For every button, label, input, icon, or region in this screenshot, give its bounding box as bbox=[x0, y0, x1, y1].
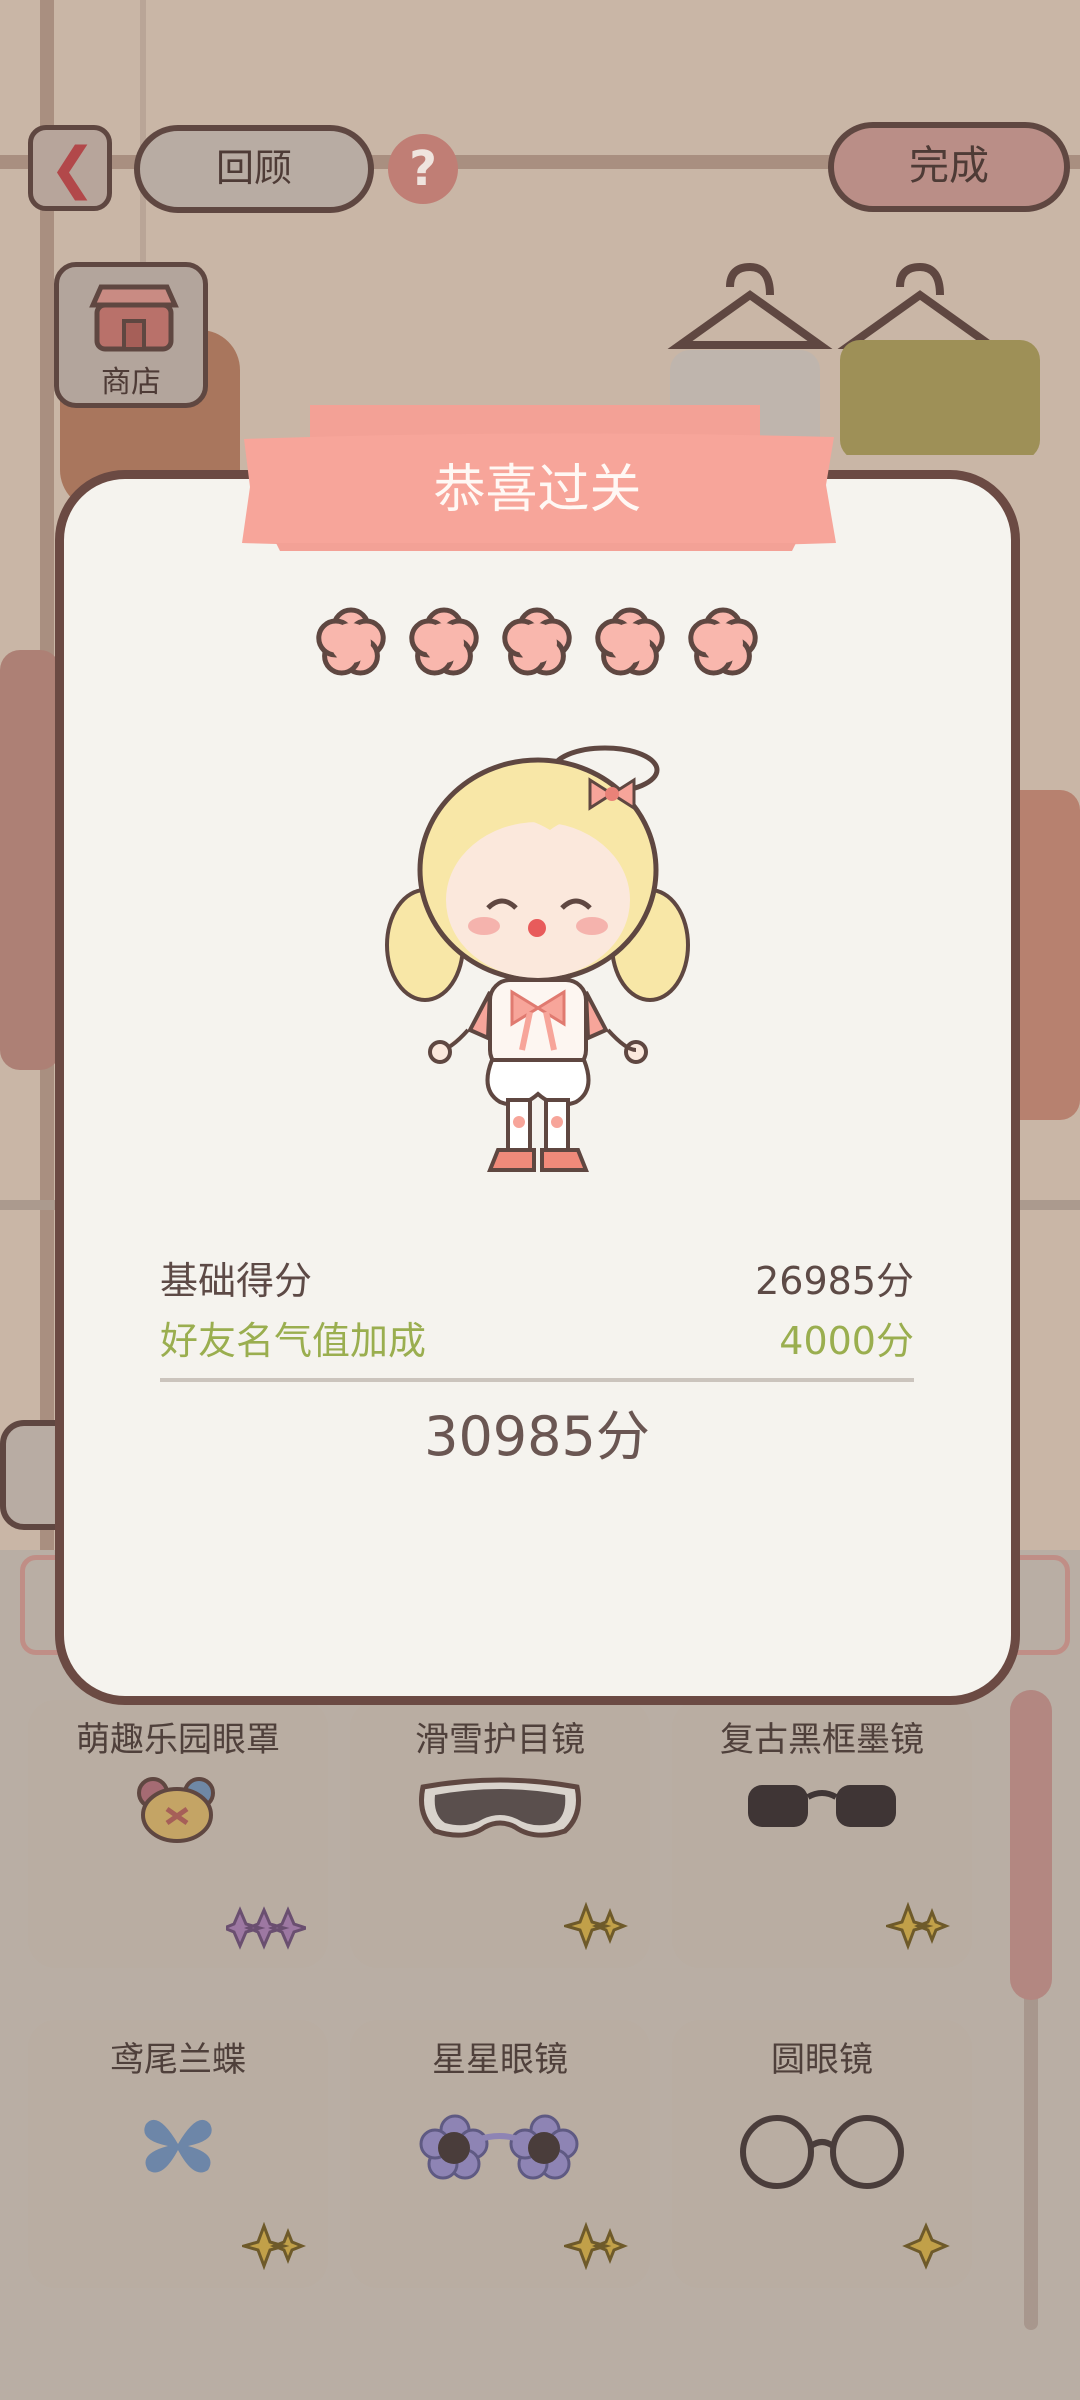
star-filled-icon bbox=[688, 607, 758, 676]
item-name: 圆眼镜 bbox=[771, 2040, 873, 2080]
dialog-title: 恭喜过关 bbox=[433, 460, 642, 520]
review-button[interactable]: 回顾 bbox=[134, 125, 374, 213]
sunglasses-icon bbox=[748, 1785, 896, 1827]
rarity-purple-icon bbox=[226, 1906, 306, 1950]
shop-button[interactable]: 商店 bbox=[54, 262, 208, 408]
base-score-value: 26985分 bbox=[755, 1259, 914, 1303]
scrollbar-thumb[interactable] bbox=[1010, 1690, 1052, 2000]
back-button[interactable]: ❮ bbox=[28, 125, 112, 211]
item-card[interactable]: 鸢尾兰蝶 bbox=[28, 2020, 328, 2288]
rarity-gold-icon bbox=[564, 2222, 628, 2270]
done-button[interactable]: 完成 bbox=[828, 122, 1070, 212]
rarity-gold-icon bbox=[886, 1902, 950, 1950]
butterfly-icon bbox=[144, 2119, 212, 2173]
item-card[interactable]: 星星眼镜 bbox=[350, 2020, 650, 2288]
bonus-score-label: 好友名气值加成 bbox=[160, 1319, 427, 1363]
character-avatar bbox=[385, 745, 690, 1172]
rarity-gold-icon bbox=[902, 2222, 950, 2270]
item-card[interactable]: 圆眼镜 bbox=[672, 2020, 972, 2288]
rarity-gold-icon bbox=[564, 1902, 628, 1950]
item-card[interactable]: 萌趣乐园眼罩 bbox=[28, 1700, 328, 1968]
rarity-gold-icon bbox=[242, 2222, 306, 2270]
star-rating bbox=[316, 607, 758, 676]
item-name: 萌趣乐园眼罩 bbox=[76, 1720, 280, 1760]
bonus-score-value: 4000分 bbox=[779, 1319, 914, 1363]
ski-goggles-icon bbox=[419, 1777, 581, 1838]
total-score: 30985分 bbox=[424, 1405, 650, 1468]
bear-mask-icon bbox=[137, 1777, 215, 1843]
item-name: 复古黑框墨镜 bbox=[720, 1720, 924, 1760]
base-score-label: 基础得分 bbox=[160, 1259, 313, 1303]
shop-label: 商店 bbox=[101, 365, 161, 400]
item-name: 滑雪护目镜 bbox=[415, 1720, 585, 1760]
item-card[interactable]: 复古黑框墨镜 bbox=[672, 1700, 972, 1968]
item-name: 鸢尾兰蝶 bbox=[110, 2040, 246, 2080]
item-card[interactable]: 滑雪护目镜 bbox=[350, 1700, 650, 1968]
star-filled-icon bbox=[502, 607, 572, 676]
flower-glasses-icon bbox=[419, 2114, 579, 2180]
chevron-left-icon: ❮ bbox=[49, 136, 96, 201]
star-filled-icon bbox=[409, 607, 479, 676]
star-filled-icon bbox=[316, 607, 386, 676]
help-icon[interactable]: ? bbox=[388, 134, 458, 204]
score-divider bbox=[160, 1378, 914, 1382]
round-glasses-icon bbox=[740, 2115, 904, 2189]
shop-icon bbox=[89, 284, 179, 352]
item-name: 星星眼镜 bbox=[432, 2040, 568, 2080]
star-filled-icon bbox=[595, 607, 665, 676]
